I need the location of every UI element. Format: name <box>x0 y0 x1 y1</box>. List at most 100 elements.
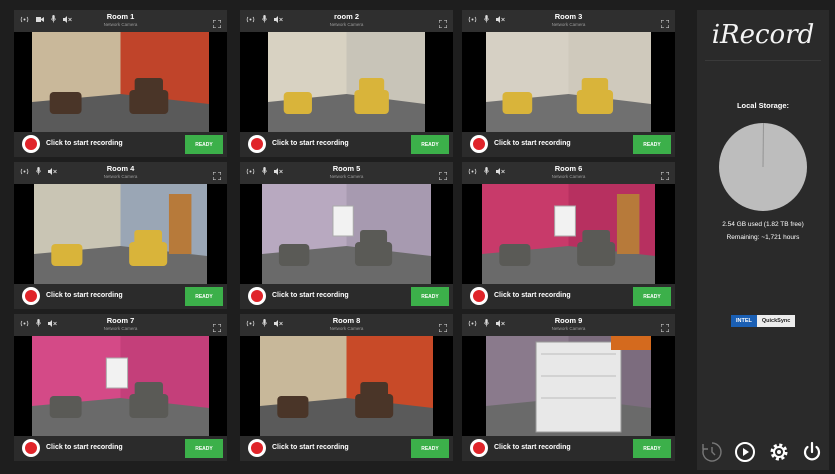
record-label[interactable]: Click to start recording <box>494 140 571 147</box>
fullscreen-icon[interactable] <box>660 19 670 29</box>
camera-type: Network Camera <box>551 326 586 331</box>
camera-feed-image <box>260 336 433 436</box>
record-button[interactable] <box>470 439 488 457</box>
fullscreen-icon[interactable] <box>438 323 448 333</box>
fullscreen-icon[interactable] <box>660 171 670 181</box>
fullscreen-icon[interactable] <box>212 19 222 29</box>
camera-type: Network Camera <box>551 22 586 27</box>
record-label[interactable]: Click to start recording <box>46 292 123 299</box>
camera-header: Room 5 Network Camera <box>240 162 453 184</box>
camera-tile: Room 8 Network Camera Click to start rec… <box>240 314 453 461</box>
fullscreen-button[interactable] <box>212 15 222 33</box>
record-button[interactable] <box>248 287 266 305</box>
camera-tile: room 2 Network Camera Click to start rec… <box>240 10 453 157</box>
camera-header: Room 4 Network Camera <box>14 162 227 184</box>
record-button[interactable] <box>470 135 488 153</box>
fullscreen-icon[interactable] <box>212 323 222 333</box>
storage-remaining-text: Remaining: ~1,721 hours <box>726 234 800 241</box>
camera-feed[interactable] <box>240 336 453 436</box>
record-icon <box>251 442 263 454</box>
record-label[interactable]: Click to start recording <box>46 444 123 451</box>
fullscreen-button[interactable] <box>212 319 222 337</box>
sidebar: iRecord Local Storage: 2.54 GB used (1.8… <box>697 10 829 470</box>
status-badge: READY <box>633 439 671 458</box>
record-icon <box>25 442 37 454</box>
recording-bar: Click to start recording READY <box>462 132 675 157</box>
camera-header: Room 8 Network Camera <box>240 314 453 336</box>
play-icon[interactable] <box>734 441 756 468</box>
hw-vendor-label: INTEL <box>731 315 757 327</box>
fullscreen-button[interactable] <box>660 15 670 33</box>
settings-gear-icon[interactable] <box>768 441 790 468</box>
room-name: Room 7 <box>106 316 135 325</box>
divider <box>705 60 821 61</box>
recording-bar: Click to start recording READY <box>240 284 453 309</box>
camera-tile: Room 5 Network Camera Click to start rec… <box>240 162 453 309</box>
recording-bar: Click to start recording READY <box>462 436 675 461</box>
fullscreen-button[interactable] <box>212 167 222 185</box>
camera-tile: Room 9 Network Camera Click to start rec… <box>462 314 675 461</box>
clock-icon[interactable] <box>701 441 723 468</box>
logo-text: iRecord <box>711 20 815 50</box>
camera-feed[interactable] <box>462 336 675 436</box>
storage-used-text: 2.54 GB used (1.82 TB free) <box>722 221 804 228</box>
status-badge: READY <box>185 439 223 458</box>
record-label[interactable]: Click to start recording <box>272 444 349 451</box>
camera-tile: Room 6 Network Camera Click to start rec… <box>462 162 675 309</box>
camera-feed[interactable] <box>240 184 453 284</box>
record-label[interactable]: Click to start recording <box>46 140 123 147</box>
room-name: Room 4 <box>106 164 135 173</box>
fullscreen-button[interactable] <box>660 167 670 185</box>
status-badge: READY <box>411 135 449 154</box>
camera-feed[interactable] <box>14 336 227 436</box>
record-label[interactable]: Click to start recording <box>272 140 349 147</box>
fullscreen-icon[interactable] <box>438 171 448 181</box>
camera-feed-image <box>486 336 651 436</box>
camera-type: Network Camera <box>329 326 364 331</box>
record-icon <box>251 138 263 150</box>
record-button[interactable] <box>470 287 488 305</box>
status-badge: READY <box>633 287 671 306</box>
status-badge: READY <box>411 439 449 458</box>
fullscreen-button[interactable] <box>438 319 448 337</box>
fullscreen-icon[interactable] <box>212 171 222 181</box>
bottom-toolbar <box>697 441 829 465</box>
recording-bar: Click to start recording READY <box>240 436 453 461</box>
recording-bar: Click to start recording READY <box>462 284 675 309</box>
camera-header: Room 3 Network Camera <box>462 10 675 32</box>
camera-feed[interactable] <box>462 32 675 132</box>
fullscreen-button[interactable] <box>438 15 448 33</box>
camera-feed[interactable] <box>462 184 675 284</box>
record-button[interactable] <box>248 439 266 457</box>
fullscreen-button[interactable] <box>438 167 448 185</box>
camera-feed[interactable] <box>240 32 453 132</box>
power-icon[interactable] <box>801 441 823 468</box>
recording-bar: Click to start recording READY <box>14 436 227 461</box>
status-badge: READY <box>185 135 223 154</box>
record-label[interactable]: Click to start recording <box>494 444 571 451</box>
record-button[interactable] <box>22 287 40 305</box>
record-label[interactable]: Click to start recording <box>494 292 571 299</box>
record-icon <box>473 138 485 150</box>
camera-feed[interactable] <box>14 184 227 284</box>
record-button[interactable] <box>22 135 40 153</box>
fullscreen-button[interactable] <box>660 319 670 337</box>
camera-feed-image <box>262 184 431 284</box>
camera-type: Network Camera <box>329 174 364 179</box>
camera-type: Network Camera <box>329 22 364 27</box>
room-name: Room 9 <box>554 316 583 325</box>
fullscreen-icon[interactable] <box>438 19 448 29</box>
camera-feed-image <box>32 336 209 436</box>
room-name: Room 1 <box>106 12 135 21</box>
camera-tile: Room 1 Network Camera Click to start rec… <box>14 10 227 157</box>
record-label[interactable]: Click to start recording <box>272 292 349 299</box>
recording-bar: Click to start recording READY <box>14 284 227 309</box>
record-button[interactable] <box>248 135 266 153</box>
record-icon <box>25 290 37 302</box>
record-button[interactable] <box>22 439 40 457</box>
app-logo: iRecord <box>697 20 829 50</box>
camera-feed[interactable] <box>14 32 227 132</box>
camera-header: room 2 Network Camera <box>240 10 453 32</box>
camera-header: Room 6 Network Camera <box>462 162 675 184</box>
fullscreen-icon[interactable] <box>660 323 670 333</box>
